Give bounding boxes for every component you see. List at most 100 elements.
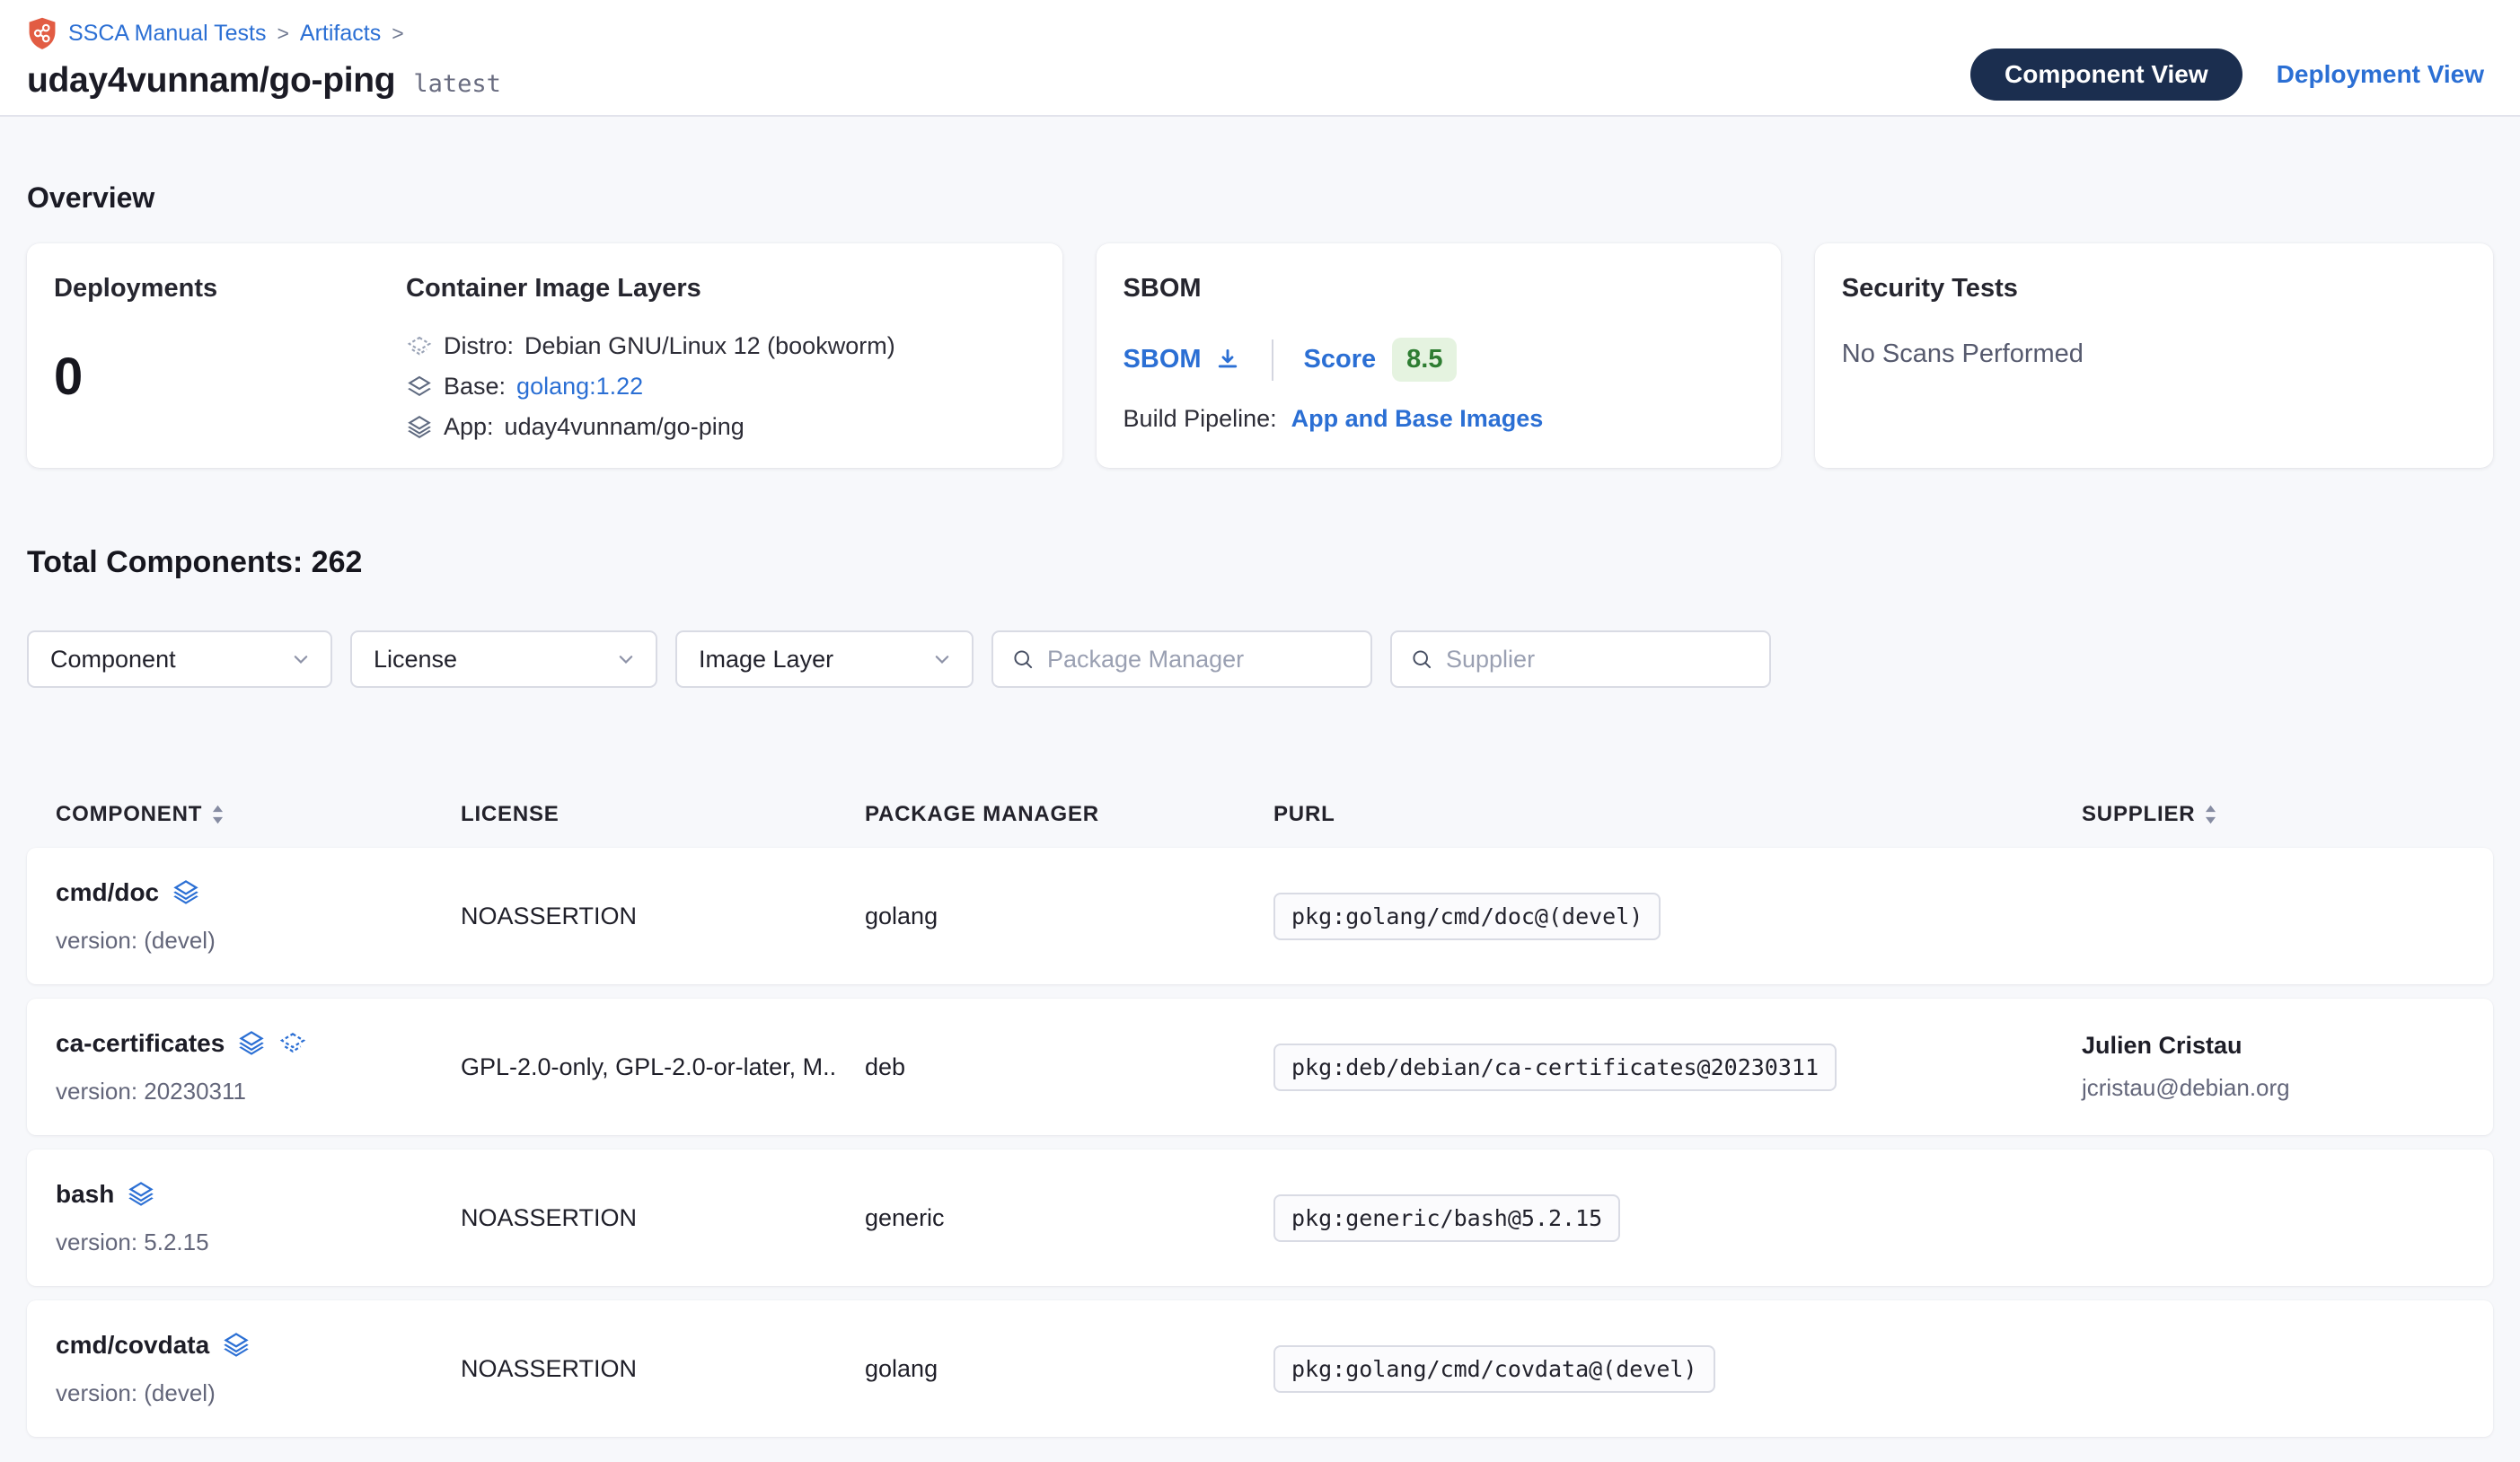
app-layer-icon [237, 1029, 266, 1058]
overview-cards: Deployments 0 Container Image Layers Dis… [27, 243, 2493, 468]
column-header-package-manager: PACKAGE MANAGER [865, 802, 1273, 827]
purl-cell: pkg:deb/debian/ca-certificates@20230311 [1273, 1044, 2082, 1091]
component-version: version: (devel) [56, 1379, 461, 1407]
app-value: uday4vunnam/go-ping [505, 413, 745, 441]
image-layer-rows: Distro: Debian GNU/Linux 12 (bookworm) B… [406, 332, 1035, 441]
table-row: ca-certificates version: 20230311 [27, 999, 2493, 1135]
sbom-card: SBOM SBOM Score 8.5 Build Pipeline: App … [1097, 243, 1781, 468]
base-layer-icon [406, 374, 433, 401]
app-layer-icon [127, 1180, 155, 1209]
app-label: App: [444, 413, 494, 441]
search-icon [1011, 647, 1035, 671]
column-header-purl: PURL [1273, 802, 2082, 827]
deployment-view-button[interactable]: Deployment View [2277, 60, 2484, 89]
deployments-count: 0 [54, 347, 406, 407]
purl-pill: pkg:golang/cmd/doc@(devel) [1273, 893, 1661, 940]
component-cell: cmd/covdata version: (devel) [56, 1300, 461, 1437]
component-name: ca-certificates [56, 1029, 225, 1058]
image-layer-filter-select[interactable]: Image Layer [675, 630, 974, 688]
build-pipeline-row: Build Pipeline: App and Base Images [1123, 405, 1754, 433]
purl-pill: pkg:golang/cmd/covdata@(devel) [1273, 1345, 1715, 1393]
image-layers-block: Container Image Layers Distro: Debian GN… [406, 274, 1035, 437]
component-filter-label: Component [50, 646, 176, 674]
sbom-score-label: Score [1304, 345, 1377, 374]
sort-icon [2204, 805, 2217, 824]
chevron-down-icon [932, 649, 952, 669]
app-layer-row: App: uday4vunnam/go-ping [406, 413, 1035, 441]
header-left: SSCA Manual Tests > Artifacts > uday4vun… [27, 16, 501, 115]
column-header-package-manager-label: PACKAGE MANAGER [865, 802, 1099, 827]
component-cell: bash version: 5.2.15 [56, 1149, 461, 1286]
package-manager-cell: golang [865, 903, 1273, 930]
app-layer-icon [172, 878, 200, 907]
table-row: bash version: 5.2.15 NOASSERTION generic… [27, 1149, 2493, 1286]
supplier-name: Julien Cristau [2082, 1032, 2493, 1060]
component-version: version: 20230311 [56, 1078, 461, 1105]
component-filter-select[interactable]: Component [27, 630, 332, 688]
supplier-search-input[interactable] [1446, 646, 1764, 674]
breadcrumb: SSCA Manual Tests > Artifacts > [27, 16, 501, 50]
overview-heading: Overview [27, 181, 2520, 215]
base-image-link[interactable]: golang:1.22 [516, 373, 643, 401]
security-tests-card: Security Tests No Scans Performed [1815, 243, 2493, 468]
breadcrumb-project-link[interactable]: SSCA Manual Tests [68, 21, 266, 47]
deployments-layers-card: Deployments 0 Container Image Layers Dis… [27, 243, 1062, 468]
sbom-card-title: SBOM [1123, 274, 1754, 304]
image-layers-title: Container Image Layers [406, 274, 1035, 304]
search-icon [1410, 647, 1433, 671]
license-filter-select[interactable]: License [350, 630, 657, 688]
package-manager-search [991, 630, 1372, 688]
column-header-purl-label: PURL [1273, 802, 1335, 827]
purl-cell: pkg:golang/cmd/doc@(devel) [1273, 893, 2082, 940]
purl-pill: pkg:deb/debian/ca-certificates@20230311 [1273, 1044, 1837, 1091]
component-version: version: 5.2.15 [56, 1229, 461, 1256]
breadcrumb-separator: > [392, 22, 403, 46]
supplier-cell [2082, 1211, 2493, 1225]
divider [1272, 339, 1273, 381]
image-layer-filter-label: Image Layer [699, 646, 833, 674]
app-layer-icon [222, 1331, 251, 1360]
component-name: bash [56, 1180, 114, 1209]
license-filter-label: License [374, 646, 457, 674]
chevron-down-icon [616, 649, 636, 669]
component-name: cmd/covdata [56, 1331, 209, 1360]
distro-layer-row: Distro: Debian GNU/Linux 12 (bookworm) [406, 332, 1035, 360]
artifact-tag: latest [413, 70, 501, 98]
build-pipeline-link[interactable]: App and Base Images [1291, 405, 1544, 433]
breadcrumb-separator: > [277, 22, 288, 46]
column-header-supplier-label: SUPPLIER [2082, 802, 2195, 827]
breadcrumb-artifacts-link[interactable]: Artifacts [300, 21, 381, 47]
package-manager-cell: deb [865, 1053, 1273, 1081]
license-cell: NOASSERTION [461, 903, 838, 930]
column-header-component-label: COMPONENT [56, 802, 202, 827]
components-table-header: COMPONENT LICENSE PACKAGE MANAGER PURL S… [27, 794, 2493, 835]
column-header-supplier[interactable]: SUPPLIER [2082, 802, 2493, 827]
sbom-row: SBOM Score 8.5 [1123, 338, 1754, 382]
sbom-score-badge: 8.5 [1392, 338, 1457, 382]
supplier-search [1390, 630, 1771, 688]
sort-icon [211, 805, 225, 824]
base-label: Base: [444, 373, 506, 401]
download-icon [1214, 347, 1241, 374]
deployments-label: Deployments [54, 274, 406, 304]
package-manager-cell: golang [865, 1355, 1273, 1383]
supplier-email: jcristau@debian.org [2082, 1074, 2493, 1102]
component-cell: cmd/doc version: (devel) [56, 848, 461, 984]
component-view-button[interactable]: Component View [1970, 48, 2242, 101]
column-header-component[interactable]: COMPONENT [56, 802, 461, 827]
table-row: cmd/doc version: (devel) NOASSERTION gol… [27, 848, 2493, 984]
chevron-down-icon [291, 649, 311, 669]
license-cell: NOASSERTION [461, 1204, 838, 1232]
page-header: SSCA Manual Tests > Artifacts > uday4vun… [0, 0, 2520, 117]
purl-cell: pkg:golang/cmd/covdata@(devel) [1273, 1345, 2082, 1393]
security-tests-status: No Scans Performed [1842, 339, 2466, 369]
supplier-cell [2082, 909, 2493, 923]
license-cell: GPL-2.0-only, GPL-2.0-or-later, M... [461, 1053, 838, 1081]
ssca-shield-icon [27, 16, 57, 50]
sbom-download-label: SBOM [1123, 345, 1202, 374]
sbom-download-link[interactable]: SBOM [1123, 345, 1241, 374]
base-layer-row: Base: golang:1.22 [406, 373, 1035, 401]
table-row: cmd/covdata version: (devel) NOASSERTION… [27, 1300, 2493, 1437]
distro-label: Distro: [444, 332, 514, 360]
package-manager-search-input[interactable] [1047, 646, 1365, 674]
